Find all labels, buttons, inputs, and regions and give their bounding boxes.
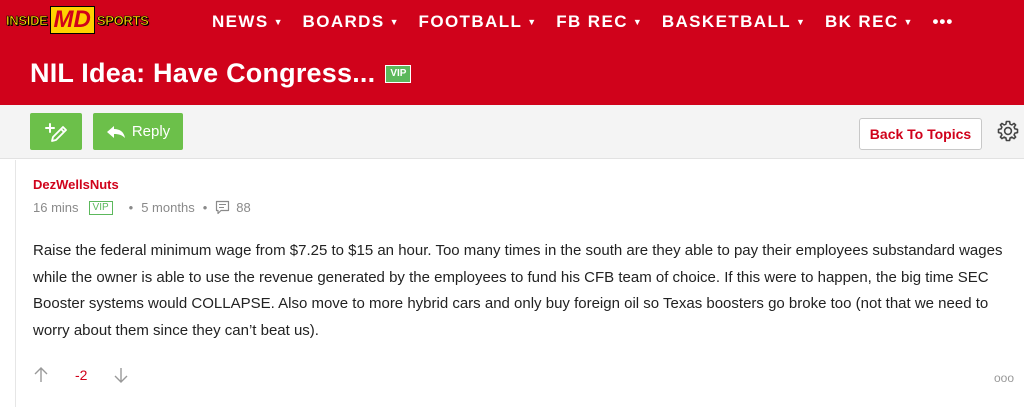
gear-icon[interactable] xyxy=(996,119,1020,143)
post-count: 88 xyxy=(215,200,251,215)
topic-header: NIL Idea: Have Congress... VIP xyxy=(30,58,412,89)
nav-more-button[interactable]: ••• xyxy=(932,12,953,32)
reply-button-label: Reply xyxy=(131,123,171,140)
page-title: NIL Idea: Have Congress... xyxy=(30,58,376,88)
logo-text-left: INSIDE xyxy=(6,12,48,28)
author-vip-badge: VIP xyxy=(88,200,113,215)
member-duration: 5 months xyxy=(141,200,195,215)
nav-item-label: FB REC xyxy=(556,12,628,31)
comment-icon xyxy=(216,200,230,215)
meta-separator: • xyxy=(128,200,134,215)
chevron-down-icon: ▼ xyxy=(389,17,399,27)
vote-controls: -2 xyxy=(33,366,129,384)
nav-item-bk-rec[interactable]: BK REC ▼ xyxy=(825,12,913,32)
post-author[interactable]: DezWellsNuts xyxy=(33,177,119,192)
downvote-arrow-icon[interactable] xyxy=(113,366,129,384)
chevron-down-icon: ▼ xyxy=(632,17,642,27)
reply-button[interactable]: Reply xyxy=(93,113,183,150)
post-more-options-button[interactable]: ooo xyxy=(994,371,1014,385)
post-time: 16 mins xyxy=(33,200,79,215)
nav-item-label: FOOTBALL xyxy=(418,12,523,31)
logo-mark: MD xyxy=(49,6,95,34)
vote-score: -2 xyxy=(75,367,88,383)
nav-item-label: BK REC xyxy=(824,12,899,31)
nav-item-basketball[interactable]: BASKETBALL ▼ xyxy=(662,12,805,32)
vip-badge: VIP xyxy=(385,64,412,83)
back-to-topics-button[interactable]: Back To Topics xyxy=(859,118,982,150)
nav-item-label: BOARDS xyxy=(302,12,385,31)
chevron-down-icon: ▼ xyxy=(903,17,913,27)
new-post-button[interactable] xyxy=(30,113,82,150)
nav-item-label: BASKETBALL xyxy=(661,12,792,31)
site-header: INSIDE MD SPORTS NEWS ▼ BOARDS ▼ FOOTBAL… xyxy=(0,0,1024,105)
meta-separator: • xyxy=(202,200,208,215)
post-meta: 16 mins VIP • 5 months • 88 xyxy=(33,200,251,215)
post-count-value: 88 xyxy=(236,200,251,215)
reply-arrow-icon xyxy=(106,125,125,138)
site-logo[interactable]: INSIDE MD SPORTS xyxy=(6,6,149,34)
chevron-down-icon: ▼ xyxy=(273,17,283,27)
chevron-down-icon: ▼ xyxy=(796,17,805,27)
nav-item-news[interactable]: NEWS ▼ xyxy=(212,12,283,32)
forum-post: DezWellsNuts 16 mins VIP • 5 months • 88… xyxy=(15,160,1024,407)
logo-text-right: SPORTS xyxy=(96,12,150,28)
nav-item-football[interactable]: FOOTBALL ▼ xyxy=(419,12,537,32)
nav-item-label: NEWS xyxy=(212,12,269,31)
post-body: Raise the federal minimum wage from $7.2… xyxy=(33,242,1003,339)
nav-item-boards[interactable]: BOARDS ▼ xyxy=(303,12,399,32)
new-post-icon xyxy=(45,122,67,142)
upvote-arrow-icon[interactable] xyxy=(33,366,49,384)
chevron-down-icon: ▼ xyxy=(527,17,537,27)
main-nav: NEWS ▼ BOARDS ▼ FOOTBALL ▼ FB REC ▼ BASK… xyxy=(212,10,953,34)
nav-item-fb-rec[interactable]: FB REC ▼ xyxy=(556,12,642,32)
topic-toolbar: Reply Back To Topics xyxy=(0,105,1024,159)
